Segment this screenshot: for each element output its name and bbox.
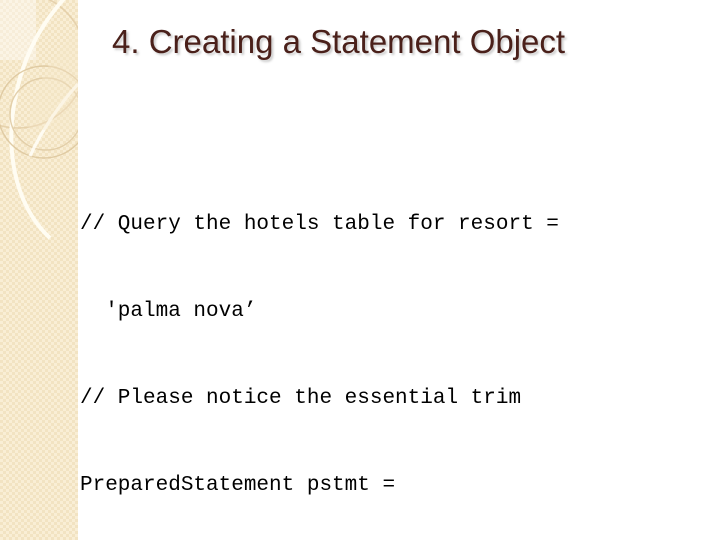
code-block: // Query the hotels table for resort = '… bbox=[80, 152, 700, 540]
decorative-sidebar bbox=[0, 0, 78, 540]
code-line: 'palma nova’ bbox=[80, 300, 257, 323]
sidebar-circles-decoration bbox=[0, 0, 78, 240]
code-line: PreparedStatement pstmt = bbox=[80, 474, 396, 497]
slide-canvas: 4. Creating a Statement Object // Query … bbox=[0, 0, 720, 540]
page-title: 4. Creating a Statement Object bbox=[112, 23, 566, 60]
code-line: // Please notice the essential trim bbox=[80, 387, 522, 410]
code-line: // Query the hotels table for resort = bbox=[80, 213, 559, 236]
